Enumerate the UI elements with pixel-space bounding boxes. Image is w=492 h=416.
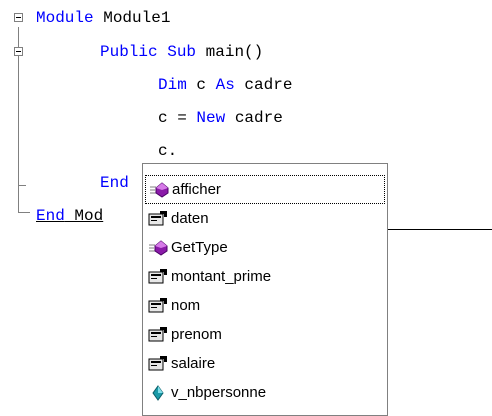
collapse-module-icon[interactable]	[14, 13, 23, 22]
code-text: cadre	[225, 109, 283, 127]
code-line-module[interactable]: Module Module1	[36, 7, 170, 29]
code-text: c.	[158, 142, 178, 160]
list-item[interactable]: salaire	[145, 349, 385, 378]
outline-guide-sub-end	[18, 185, 26, 186]
code-line-sub[interactable]: Public Sub main()	[100, 41, 263, 63]
list-item-label: montant_prime	[171, 267, 272, 285]
code-line-new[interactable]: c = New cadre	[158, 107, 283, 129]
keyword: Sub	[167, 43, 197, 61]
keyword: End	[100, 174, 129, 192]
keyword: Module	[36, 9, 94, 27]
outline-guide-end	[18, 212, 30, 213]
property-icon	[148, 209, 168, 229]
code-text: c	[186, 76, 216, 94]
list-item[interactable]: GetType	[145, 233, 385, 262]
property-icon	[148, 267, 168, 287]
intellisense-popup[interactable]: afficher daten GetType montant_prime nom…	[142, 163, 388, 416]
list-item-label: afficher	[172, 180, 221, 198]
code-line-dim[interactable]: Dim c As cadre	[158, 74, 292, 96]
list-item[interactable]: v_nbpersonne	[145, 378, 385, 407]
keyword: New	[196, 109, 226, 127]
list-item-label: prenom	[171, 325, 222, 343]
list-item[interactable]: prenom	[145, 320, 385, 349]
property-icon	[148, 296, 168, 316]
code-text: Module1	[93, 9, 171, 27]
list-item-label: salaire	[171, 354, 216, 372]
list-item[interactable]: montant_prime	[145, 262, 385, 291]
code-text: cadre	[234, 76, 293, 94]
code-text: main()	[196, 43, 264, 61]
list-item[interactable]: afficher	[145, 175, 385, 204]
method-icon	[149, 180, 169, 200]
procedure-separator	[388, 229, 492, 230]
property-icon	[148, 354, 168, 374]
list-item-label: daten	[171, 209, 209, 227]
list-item[interactable]: nom	[145, 291, 385, 320]
code-text: Mod	[64, 207, 104, 225]
code-line-end-sub[interactable]: End	[100, 172, 129, 194]
code-text: c =	[158, 109, 197, 127]
list-item-label: nom	[171, 296, 201, 314]
keyword: As	[215, 76, 235, 94]
field-icon	[148, 383, 168, 403]
method-icon	[148, 238, 168, 258]
list-item-label: v_nbpersonne	[171, 383, 267, 401]
keyword: End	[36, 207, 65, 225]
list-item[interactable]: daten	[145, 204, 385, 233]
code-line-end-module[interactable]: End Mod	[36, 205, 103, 227]
property-icon	[148, 325, 168, 345]
keyword: Public	[100, 43, 158, 61]
collapse-sub-icon[interactable]	[14, 47, 23, 56]
code-line-member-access[interactable]: c.	[158, 140, 177, 162]
keyword: Dim	[158, 76, 187, 94]
list-item-label: GetType	[171, 238, 228, 256]
